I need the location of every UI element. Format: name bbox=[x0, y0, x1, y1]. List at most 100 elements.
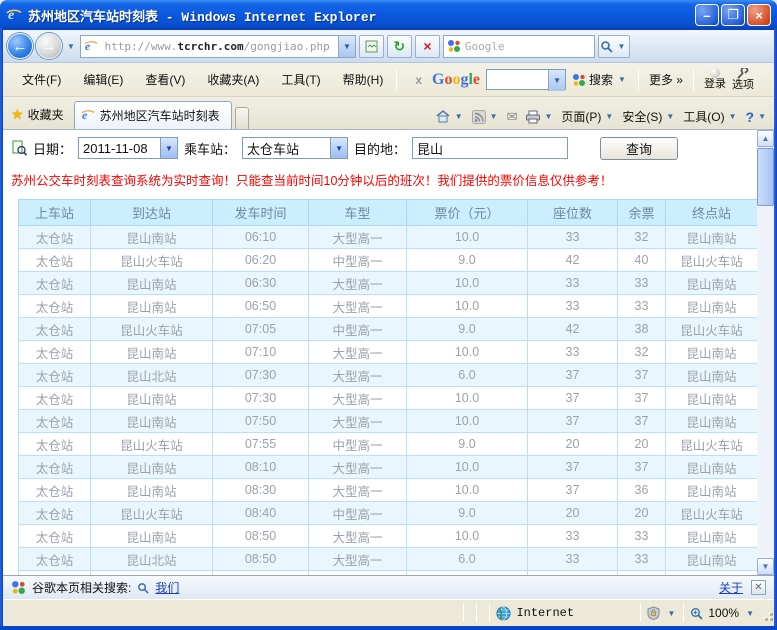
favorites-button[interactable]: ★ 收藏夹 bbox=[3, 101, 74, 129]
toolbar-login-button[interactable]: 登录 bbox=[704, 68, 726, 90]
compatibility-view-button[interactable] bbox=[359, 35, 384, 58]
search-options-dropdown-icon[interactable]: ▼ bbox=[615, 42, 627, 51]
page-icon: e bbox=[84, 38, 98, 55]
cell-ticket-price: 10.0 bbox=[407, 410, 528, 433]
google-search-input[interactable]: Google bbox=[443, 35, 595, 58]
cell-tickets-left: 32 bbox=[618, 226, 666, 249]
ie-logo-icon: e bbox=[6, 6, 22, 25]
feeds-dropdown-icon[interactable]: ▼ bbox=[488, 112, 500, 121]
menu-item[interactable]: 编辑(E) bbox=[74, 68, 132, 91]
date-label: 日期： bbox=[33, 139, 72, 158]
protected-mode-pane[interactable]: ▼ bbox=[641, 603, 683, 623]
help-button[interactable]: ?▼ bbox=[746, 109, 768, 125]
cell-seat-count: 20 bbox=[528, 502, 618, 525]
cell-terminal-station: 昆山南站 bbox=[666, 387, 758, 410]
scrollbar-thumb[interactable] bbox=[757, 148, 774, 206]
table-row[interactable]: 太仓站 昆山火车站 07:05 中型高一 9.0 42 38 昆山火车站 bbox=[19, 318, 758, 341]
active-tab[interactable]: e 苏州地区汽车站时刻表 bbox=[74, 101, 232, 129]
resize-grip[interactable] bbox=[762, 604, 774, 622]
date-dropdown-icon[interactable]: ▼ bbox=[160, 138, 177, 158]
station-dropdown-icon[interactable]: ▼ bbox=[330, 138, 347, 158]
read-mail-button[interactable]: ✉ bbox=[507, 109, 518, 125]
print-dropdown-icon[interactable]: ▼ bbox=[543, 112, 555, 121]
toolbar-options-button[interactable]: 选项 bbox=[732, 68, 754, 91]
home-dropdown-icon[interactable]: ▼ bbox=[453, 112, 465, 121]
cell-departure-time: 07:30 bbox=[213, 387, 309, 410]
menu-item[interactable]: 文件(F) bbox=[13, 68, 70, 91]
vertical-scrollbar[interactable]: ▲ ▼ bbox=[757, 130, 774, 575]
tools-menu-button[interactable]: 工具(O)▼ bbox=[683, 108, 738, 125]
history-dropdown-icon[interactable]: ▼ bbox=[65, 42, 77, 51]
about-link[interactable]: 关于 bbox=[719, 579, 743, 596]
table-row[interactable]: 太仓站 昆山火车站 07:55 中型高一 9.0 20 20 昆山火车站 bbox=[19, 433, 758, 456]
feeds-button[interactable]: ▼ bbox=[472, 110, 500, 124]
table-row[interactable]: 太仓站 昆山南站 07:50 大型高一 10.0 37 37 昆山南站 bbox=[19, 410, 758, 433]
minimize-button[interactable]: – bbox=[695, 4, 719, 26]
page-menu-button[interactable]: 页面(P)▼ bbox=[561, 108, 615, 125]
query-button[interactable]: 查询 bbox=[600, 137, 678, 160]
rss-icon bbox=[472, 110, 486, 124]
cell-terminal-station: 昆山火车站 bbox=[666, 502, 758, 525]
protected-mode-dropdown-icon[interactable]: ▼ bbox=[665, 609, 677, 618]
search-dropdown-icon[interactable]: ▼ bbox=[616, 75, 628, 84]
toolbar-search-button[interactable]: 搜索 ▼ bbox=[572, 71, 628, 88]
table-row[interactable]: 太仓站 昆山南站 08:30 大型高一 10.0 37 36 昆山南站 bbox=[19, 479, 758, 502]
table-row[interactable]: 太仓站 昆山南站 07:30 大型高一 10.0 37 37 昆山南站 bbox=[19, 387, 758, 410]
cell-arrival-station: 昆山北站 bbox=[91, 364, 213, 387]
date-select[interactable]: 2011-11-08▼ bbox=[78, 137, 178, 159]
table-row[interactable]: 太仓站 昆山南站 08:50 大型高一 10.0 33 33 昆山南站 bbox=[19, 525, 758, 548]
zoom-dropdown-icon[interactable]: ▼ bbox=[744, 609, 756, 618]
address-dropdown-icon[interactable]: ▼ bbox=[338, 36, 355, 57]
cell-tickets-left: 40 bbox=[618, 249, 666, 272]
table-row[interactable]: 太仓站 昆山南站 06:30 大型高一 10.0 33 33 昆山南站 bbox=[19, 272, 758, 295]
cell-seat-count: 37 bbox=[528, 410, 618, 433]
table-row[interactable]: 太仓站 昆山火车站 08:40 中型高一 9.0 20 20 昆山火车站 bbox=[19, 502, 758, 525]
maximize-button[interactable]: ❐ bbox=[721, 4, 745, 26]
table-row[interactable]: 太仓站 昆山北站 08:50 大型高一 6.0 33 33 昆山南站 bbox=[19, 548, 758, 571]
cell-ticket-price: 9.0 bbox=[407, 502, 528, 525]
form-search-icon bbox=[11, 140, 27, 156]
toolbar-more-button[interactable]: 更多 » bbox=[649, 71, 683, 88]
stop-button[interactable]: × bbox=[415, 35, 440, 58]
toolbar-search-combobox[interactable]: ▼ bbox=[486, 69, 566, 90]
table-row[interactable]: 太仓站 昆山南站 06:10 大型高一 10.0 33 32 昆山南站 bbox=[19, 226, 758, 249]
timetable: 上车站到达站发车时间车型票价（元）座位数余票终点站 太仓站 昆山南站 06:10… bbox=[18, 199, 758, 575]
navigation-bar: ← → ▼ e http://www.tcrchr.com/gongjiao.p… bbox=[3, 30, 774, 63]
related-search-link[interactable]: 我们 bbox=[155, 579, 179, 596]
menu-item[interactable]: 帮助(H) bbox=[334, 68, 393, 91]
home-button[interactable]: ▼ bbox=[435, 109, 465, 124]
menu-item[interactable]: 工具(T) bbox=[272, 68, 329, 91]
cell-seat-count: 33 bbox=[528, 525, 618, 548]
toolbar-close-icon[interactable]: x bbox=[411, 73, 426, 87]
destination-input[interactable] bbox=[412, 137, 568, 159]
scroll-down-icon[interactable]: ▼ bbox=[757, 558, 774, 575]
station-select[interactable]: 太仓车站▼ bbox=[242, 137, 348, 159]
cell-bus-type: 中型高一 bbox=[309, 433, 407, 456]
refresh-button[interactable]: ↻ bbox=[387, 35, 412, 58]
cell-ticket-price: 6.0 bbox=[407, 548, 528, 571]
back-button[interactable]: ← bbox=[7, 33, 33, 59]
zoom-pane[interactable]: 100% ▼ bbox=[684, 603, 762, 623]
printer-icon bbox=[525, 110, 541, 124]
svg-text:e: e bbox=[85, 39, 91, 52]
table-row[interactable]: 太仓站 昆山北站 07:30 大型高一 6.0 37 37 昆山南站 bbox=[19, 364, 758, 387]
new-tab-button[interactable] bbox=[235, 107, 249, 129]
table-row[interactable]: 太仓站 昆山南站 08:10 大型高一 10.0 37 37 昆山南站 bbox=[19, 456, 758, 479]
scroll-up-icon[interactable]: ▲ bbox=[757, 130, 774, 147]
related-bar-close-icon[interactable]: ✕ bbox=[751, 580, 766, 595]
close-button[interactable]: × bbox=[747, 4, 771, 26]
table-row[interactable]: 太仓站 昆山火车站 06:20 中型高一 9.0 42 40 昆山火车站 bbox=[19, 249, 758, 272]
address-bar[interactable]: e http://www.tcrchr.com/gongjiao.php ▼ bbox=[80, 35, 356, 58]
forward-button[interactable]: → bbox=[36, 33, 62, 59]
menu-item[interactable]: 收藏夹(A) bbox=[198, 68, 268, 91]
table-row[interactable]: 太仓站 昆山南站 06:50 大型高一 10.0 33 33 昆山南站 bbox=[19, 295, 758, 318]
combobox-dropdown-icon[interactable]: ▼ bbox=[548, 70, 565, 91]
menu-item[interactable]: 查看(V) bbox=[136, 68, 194, 91]
title-bar[interactable]: e 苏州地区汽车站时刻表 - Windows Internet Explorer… bbox=[0, 0, 777, 30]
table-row[interactable]: 太仓站 昆山南站 07:10 大型高一 10.0 33 32 昆山南站 bbox=[19, 341, 758, 364]
search-button[interactable]: ▼ bbox=[598, 35, 630, 58]
cell-boarding-station: 太仓站 bbox=[19, 364, 91, 387]
print-button[interactable]: ▼ bbox=[525, 110, 555, 124]
safety-menu-button[interactable]: 安全(S)▼ bbox=[622, 108, 676, 125]
cell-boarding-station: 太仓站 bbox=[19, 548, 91, 571]
